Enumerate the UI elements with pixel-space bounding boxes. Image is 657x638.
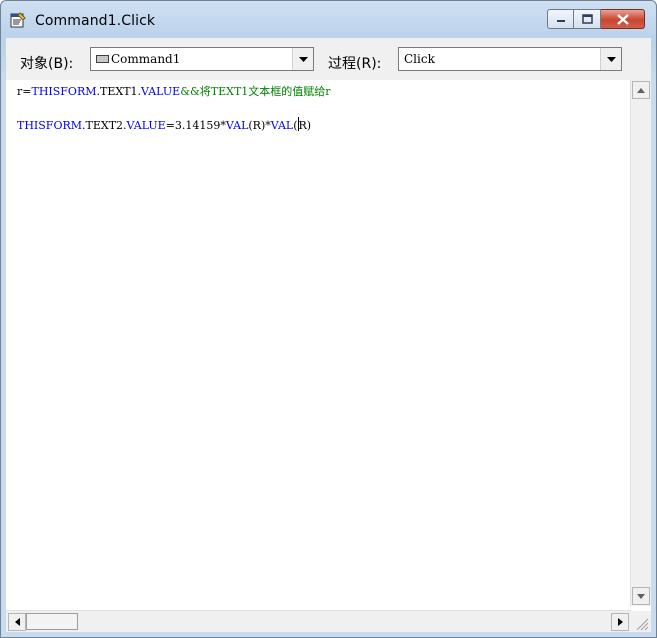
code-blank-line[interactable] — [17, 100, 331, 117]
procedure-label: 过程(R): — [328, 56, 382, 72]
resize-grip[interactable] — [631, 611, 651, 632]
procedure-dropdown-arrow[interactable] — [600, 48, 621, 70]
code-window: Command1.Click 对象(B): Command1 过程(R): Cl… — [0, 0, 657, 638]
maximize-icon — [581, 14, 593, 24]
maximize-button[interactable] — [574, 9, 601, 29]
object-value: Command1 — [111, 52, 181, 66]
selector-bar: 对象(B): Command1 过程(R): Click — [6, 38, 651, 80]
horizontal-scrollbar[interactable] — [6, 610, 631, 632]
chevron-down-icon — [606, 56, 616, 62]
code-keyword: VAL — [225, 119, 249, 132]
vertical-scrollbar[interactable] — [630, 80, 651, 606]
code-keyword: THISFORM — [17, 119, 83, 132]
code-window-icon — [10, 12, 26, 28]
code-line[interactable]: THISFORM.TEXT2.VALUE=3.14159*VAL(R)*VAL(… — [17, 117, 331, 134]
code-keyword: VALUE — [141, 85, 181, 98]
code-token: (R)* — [248, 119, 271, 132]
scroll-right-button[interactable] — [611, 613, 629, 631]
minimize-button[interactable] — [547, 9, 574, 29]
object-dropdown[interactable]: Command1 — [90, 47, 314, 71]
minimize-icon — [556, 20, 565, 22]
arrow-left-icon — [14, 618, 20, 626]
code-token: R) — [298, 119, 312, 132]
code-token: =3.14159* — [165, 119, 226, 132]
code-line[interactable]: r=THISFORM.TEXT1.VALUE&&将TEXT1文本框的值赋给r — [17, 83, 331, 100]
arrow-up-icon — [637, 87, 645, 93]
scroll-up-button[interactable] — [632, 81, 650, 99]
code-token: .TEXT1. — [96, 85, 142, 98]
code-keyword: THISFORM — [31, 85, 97, 98]
code-editor[interactable]: r=THISFORM.TEXT1.VALUE&&将TEXT1文本框的值赋给r T… — [6, 80, 651, 632]
arrow-right-icon — [617, 618, 623, 626]
code-token: .TEXT2. — [82, 119, 127, 132]
scroll-left-button[interactable] — [8, 613, 26, 631]
resize-grip-icon — [636, 618, 649, 631]
window-title: Command1.Click — [35, 13, 156, 29]
object-label: 对象(B): — [20, 56, 74, 72]
scroll-down-button[interactable] — [632, 587, 650, 605]
arrow-down-icon — [637, 593, 645, 599]
title-bar[interactable]: Command1.Click — [1, 1, 656, 37]
horizontal-scroll-thumb[interactable] — [26, 613, 78, 630]
command-button-icon — [96, 55, 109, 63]
code-comment: &&将TEXT1文本框的值赋给r — [180, 85, 331, 98]
code-text[interactable]: r=THISFORM.TEXT1.VALUE&&将TEXT1文本框的值赋给r T… — [17, 83, 331, 134]
code-keyword: VALUE — [126, 119, 166, 132]
caption-buttons — [547, 9, 645, 31]
close-button[interactable] — [601, 9, 645, 29]
code-keyword: VAL — [270, 119, 294, 132]
code-token: r= — [17, 85, 32, 98]
procedure-value: Click — [404, 52, 435, 66]
chevron-down-icon — [298, 56, 308, 62]
close-icon — [616, 13, 629, 25]
procedure-dropdown[interactable]: Click — [398, 47, 622, 71]
object-dropdown-arrow[interactable] — [292, 48, 313, 70]
